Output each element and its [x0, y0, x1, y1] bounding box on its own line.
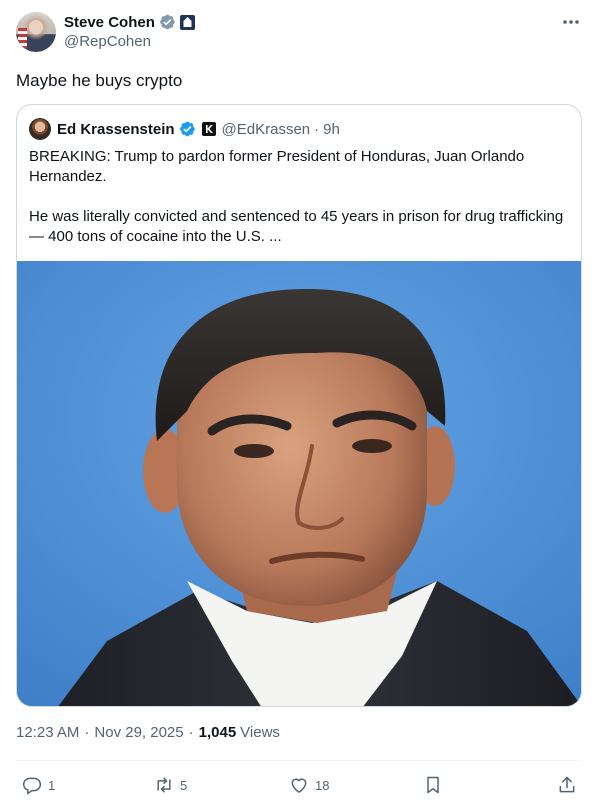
- quote-author-avatar[interactable]: [29, 118, 51, 140]
- verified-badge-icon: [159, 14, 175, 30]
- bookmark-icon: [427, 776, 439, 794]
- quote-paragraph: BREAKING: Trump to pardon former Preside…: [29, 148, 525, 185]
- meta-separator: ·: [188, 724, 194, 741]
- flag-icon: [18, 28, 27, 48]
- tweet-text: Maybe he buys crypto: [16, 71, 183, 90]
- reply-icon: [22, 777, 42, 795]
- reply-count: 1: [48, 777, 56, 793]
- more-icon: [563, 20, 579, 24]
- quote-author-name[interactable]: Ed Krassenstein: [57, 121, 175, 138]
- quote-header: Ed Krassenstein @EdKrassen · 9h: [29, 118, 340, 140]
- quote-separator: ·: [314, 120, 320, 138]
- portrait-illustration: [17, 261, 581, 706]
- like-count: 18: [315, 777, 330, 793]
- tweet: Steve Cohen @RepCohen Maybe he buys cryp…: [0, 0, 598, 808]
- tweet-time[interactable]: 12:23 AM: [16, 724, 79, 741]
- quote-author-handle[interactable]: @EdKrassen: [222, 121, 311, 138]
- bookmark-button[interactable]: [423, 771, 443, 799]
- author-avatar[interactable]: [16, 12, 56, 52]
- divider: [16, 760, 582, 761]
- like-icon: [291, 778, 307, 793]
- quote-timestamp[interactable]: 9h: [323, 121, 340, 138]
- action-bar: 1 5 18: [0, 771, 598, 799]
- more-button[interactable]: [560, 12, 582, 32]
- repost-count: 5: [180, 777, 188, 793]
- like-button[interactable]: 18: [289, 771, 329, 799]
- quoted-tweet[interactable]: Ed Krassenstein @EdKrassen · 9h BREAKING…: [16, 104, 582, 707]
- government-badge-icon: [179, 14, 195, 30]
- author-name-row: Steve Cohen: [64, 12, 195, 32]
- repost-icon: [157, 777, 171, 793]
- quote-photo[interactable]: [17, 261, 581, 706]
- verified-badge-icon: [179, 121, 195, 137]
- tweet-date[interactable]: Nov 29, 2025: [94, 724, 183, 741]
- author-display-name[interactable]: Steve Cohen: [64, 14, 155, 31]
- views-label: Views: [240, 724, 280, 741]
- views-count: 1,045: [198, 724, 237, 741]
- repost-button[interactable]: 5: [154, 771, 187, 799]
- reply-button[interactable]: 1: [22, 771, 55, 799]
- affiliate-badge-icon: [201, 122, 216, 136]
- meta-separator: ·: [84, 724, 90, 741]
- share-icon: [559, 776, 575, 793]
- tweet-meta: 12:23 AM · Nov 29, 2025 · 1,045 Views: [16, 724, 280, 741]
- quote-paragraph: He was literally convicted and sentenced…: [29, 208, 564, 245]
- quote-body: BREAKING: Trump to pardon former Preside…: [29, 147, 569, 267]
- share-button[interactable]: [557, 771, 577, 799]
- author-handle[interactable]: @RepCohen: [64, 33, 151, 50]
